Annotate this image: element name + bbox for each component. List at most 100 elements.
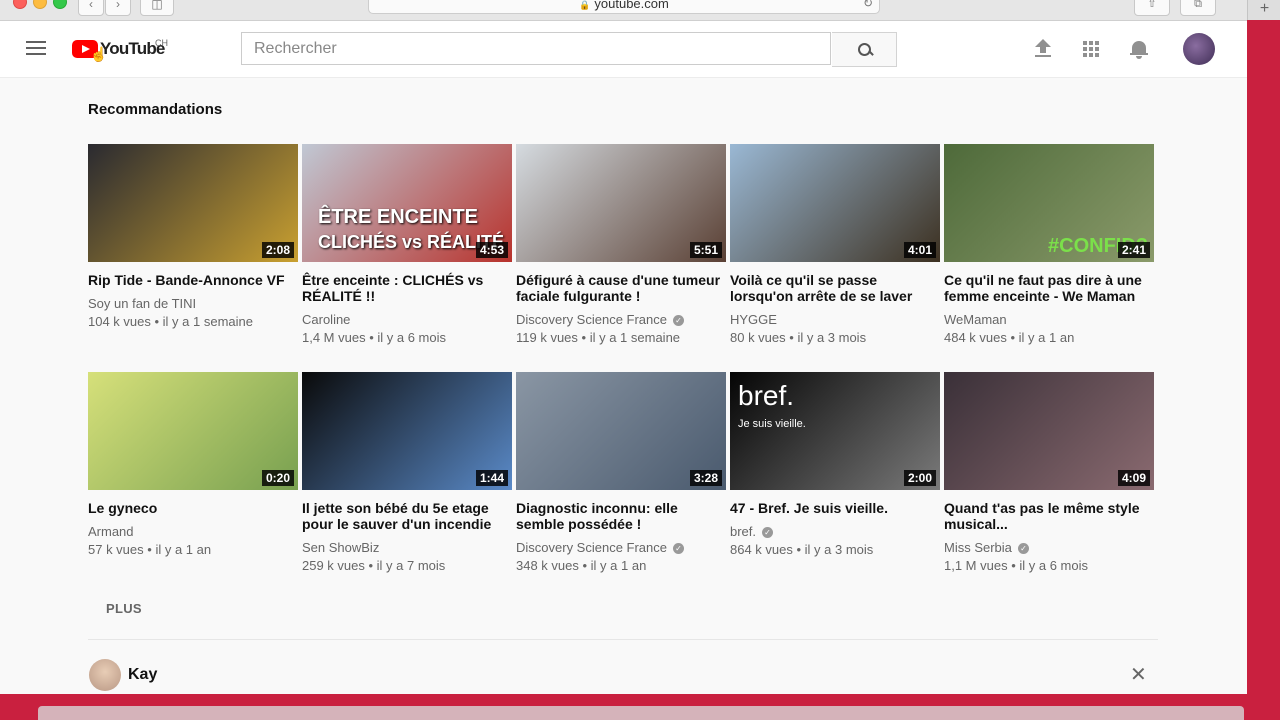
search-input[interactable]: Rechercher xyxy=(241,32,831,65)
video-channel-row: Discovery Science France ✓ xyxy=(516,312,726,328)
share-button[interactable]: ⇧ xyxy=(1134,0,1170,16)
verified-badge-icon: ✓ xyxy=(673,542,684,554)
video-views: 57 k vues xyxy=(88,542,144,557)
video-title[interactable]: Diagnostic inconnu: elle semble possédée… xyxy=(516,500,726,532)
account-avatar[interactable] xyxy=(1183,33,1215,65)
video-age: il y a 1 an xyxy=(590,558,647,573)
video-meta: 348 k vues • il y a 1 an xyxy=(516,558,726,574)
new-tab-button[interactable]: + xyxy=(1247,0,1280,20)
video-views: 1,1 M vues xyxy=(944,558,1008,573)
youtube-page: YouTube CH ☝ Rechercher Recommandations … xyxy=(0,21,1247,694)
thumbnail-overlay-subtext: Je suis vieille. xyxy=(738,418,806,430)
video-card[interactable]: 5:51 Défiguré à cause d'une tumeur facial… xyxy=(516,144,726,346)
country-code: CH xyxy=(155,38,168,48)
video-channel[interactable]: Miss Serbia xyxy=(944,540,1012,556)
video-channel[interactable]: Soy un fan de TINI xyxy=(88,296,196,312)
reload-icon[interactable]: ↻ xyxy=(863,0,873,12)
video-channel[interactable]: Armand xyxy=(88,524,134,540)
video-card[interactable]: 1:44 Il jette son bébé du 5e etage pour l… xyxy=(302,372,512,574)
address-bar[interactable]: 🔒 youtube.com ↻ xyxy=(368,0,880,14)
video-card[interactable]: 0:20 Le gyneco Armand 57 k vues • il y a 1 … xyxy=(88,372,298,558)
video-duration: 4:09 xyxy=(1117,470,1150,486)
meta-separator: • xyxy=(785,330,798,345)
video-meta: 1,4 M vues • il y a 6 mois xyxy=(302,330,512,346)
video-views: 484 k vues xyxy=(944,330,1007,345)
minimize-window-button[interactable] xyxy=(33,0,47,9)
verified-badge-icon: ✓ xyxy=(1017,542,1029,554)
video-thumbnail[interactable]: 0:20 xyxy=(88,372,298,490)
video-meta: 1,1 M vues • il y a 6 mois xyxy=(944,558,1154,574)
video-channel-row: Soy un fan de TINI xyxy=(88,296,298,312)
video-channel[interactable]: WeMaman xyxy=(944,312,1007,328)
video-channel-row: WeMaman xyxy=(944,312,1154,328)
video-thumbnail[interactable]: bref. Je suis vieille. 2:00 xyxy=(730,372,940,490)
video-title[interactable]: Voilà ce qu'il se passe lorsqu'on arrête… xyxy=(730,272,940,304)
video-title[interactable]: 47 - Bref. Je suis vieille. xyxy=(730,500,940,516)
more-button[interactable]: PLUS xyxy=(106,601,142,616)
video-views: 348 k vues xyxy=(516,558,579,573)
video-thumbnail[interactable]: ÊTRE ENCEINTE CLICHÉS vs RÉALITÉ 4:53 xyxy=(302,144,512,262)
video-title[interactable]: Quand t'as pas le même style musical... xyxy=(944,500,1154,532)
apps-grid-icon[interactable] xyxy=(1083,41,1099,57)
notifications-bell-icon[interactable] xyxy=(1130,39,1148,59)
video-thumbnail[interactable]: 4:09 xyxy=(944,372,1154,490)
back-button[interactable]: ‹ xyxy=(78,0,104,16)
video-channel-row: Sen ShowBiz xyxy=(302,540,512,556)
close-window-button[interactable] xyxy=(13,0,27,9)
video-card[interactable]: #CONFID? 2:41 Ce qu'il ne faut pas dire à … xyxy=(944,144,1154,346)
video-title[interactable]: Il jette son bébé du 5e etage pour le sa… xyxy=(302,500,512,532)
video-title[interactable]: Ce qu'il ne faut pas dire à une femme en… xyxy=(944,272,1154,304)
channel-avatar[interactable] xyxy=(89,659,121,691)
video-channel[interactable]: Caroline xyxy=(302,312,350,328)
video-age: il y a 3 mois xyxy=(797,330,867,345)
upload-icon[interactable] xyxy=(1034,39,1052,59)
meta-separator: • xyxy=(143,542,156,557)
video-meta: 484 k vues • il y a 1 an xyxy=(944,330,1154,346)
meta-separator: • xyxy=(365,330,378,345)
channel-name[interactable]: Kay xyxy=(128,666,157,684)
masthead: YouTube CH ☝ Rechercher xyxy=(0,21,1247,78)
section-divider xyxy=(88,639,1158,640)
video-card[interactable]: 3:28 Diagnostic inconnu: elle semble poss… xyxy=(516,372,726,574)
video-channel[interactable]: bref. xyxy=(730,524,756,540)
video-thumbnail[interactable]: 3:28 xyxy=(516,372,726,490)
video-thumbnail[interactable]: 4:01 xyxy=(730,144,940,262)
meta-separator: • xyxy=(792,542,805,557)
video-channel[interactable]: Discovery Science France xyxy=(516,540,667,556)
video-card[interactable]: bref. Je suis vieille. 2:00 47 - Bref. Je s… xyxy=(730,372,940,558)
zoom-window-button[interactable] xyxy=(53,0,67,9)
video-duration: 3:28 xyxy=(689,470,722,486)
video-card[interactable]: 4:09 Quand t'as pas le même style musical… xyxy=(944,372,1154,574)
video-thumbnail[interactable]: 2:08 xyxy=(88,144,298,262)
video-channel[interactable]: Sen ShowBiz xyxy=(302,540,379,556)
video-title[interactable]: Être enceinte : CLICHÉS vs RÉALITÉ !! xyxy=(302,272,512,304)
video-views: 864 k vues xyxy=(730,542,793,557)
tabs-overview-button[interactable]: ⧉ xyxy=(1180,0,1216,16)
search-button[interactable] xyxy=(832,32,897,67)
lock-icon: 🔒 xyxy=(579,0,591,10)
video-channel[interactable]: HYGGE xyxy=(730,312,777,328)
video-title[interactable]: Le gyneco xyxy=(88,500,298,516)
video-card[interactable]: 2:08 Rip Tide - Bande-Annonce VF Soy un fa… xyxy=(88,144,298,330)
youtube-logo[interactable]: YouTube xyxy=(72,38,165,60)
thumbnail-overlay-text: ÊTRE ENCEINTE xyxy=(318,206,479,228)
video-meta: 80 k vues • il y a 3 mois xyxy=(730,330,940,346)
video-thumbnail[interactable]: 1:44 xyxy=(302,372,512,490)
video-title[interactable]: Rip Tide - Bande-Annonce VF xyxy=(88,272,298,288)
menu-icon[interactable] xyxy=(26,41,46,55)
close-icon[interactable]: ✕ xyxy=(1130,665,1147,685)
sidebar-toggle-button[interactable]: ◫ xyxy=(140,0,174,16)
forward-button[interactable]: › xyxy=(105,0,131,16)
video-duration: 4:53 xyxy=(475,242,508,258)
video-title[interactable]: Défiguré à cause d'une tumeur faciale fu… xyxy=(516,272,726,304)
video-meta: 864 k vues • il y a 3 mois xyxy=(730,542,940,558)
video-views: 1,4 M vues xyxy=(302,330,366,345)
video-thumbnail[interactable]: 5:51 xyxy=(516,144,726,262)
meta-separator: • xyxy=(364,558,377,573)
video-card[interactable]: ÊTRE ENCEINTE CLICHÉS vs RÉALITÉ 4:53 Être … xyxy=(302,144,512,346)
video-meta: 57 k vues • il y a 1 an xyxy=(88,542,298,558)
video-channel[interactable]: Discovery Science France xyxy=(516,312,667,328)
video-card[interactable]: 4:01 Voilà ce qu'il se passe lorsqu'on ar… xyxy=(730,144,940,346)
video-views: 104 k vues xyxy=(88,314,151,329)
video-thumbnail[interactable]: #CONFID? 2:41 xyxy=(944,144,1154,262)
